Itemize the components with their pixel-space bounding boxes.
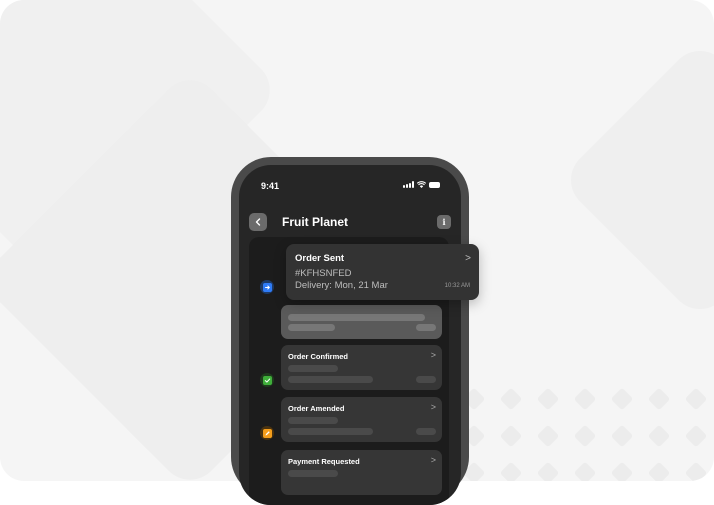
status-icons (403, 181, 440, 188)
chevron-right-icon: > (430, 455, 436, 465)
bg-dot (499, 424, 523, 448)
order-sent-card[interactable]: Order Sent > #KFHSNFED Delivery: Mon, 21… (286, 244, 479, 300)
bg-dot (684, 424, 708, 448)
chevron-right-icon: > (430, 402, 436, 412)
phone-screen: 9:41 Fruit Planet i Order Confirmed > Or… (239, 165, 461, 505)
bg-diamond (558, 38, 714, 322)
event-title: Order Amended (288, 404, 345, 413)
bg-dot (573, 424, 597, 448)
phone-frame: 9:41 Fruit Planet i Order Confirmed > Or… (231, 157, 469, 505)
chevron-right-icon: > (465, 253, 471, 264)
bg-dot (684, 387, 708, 411)
event-card-order-amended[interactable]: Order Amended > (281, 397, 442, 442)
bg-dot (536, 424, 560, 448)
placeholder-bar (288, 314, 425, 321)
signal-icon (403, 181, 414, 188)
order-id: #KFHSNFED (295, 268, 352, 279)
battery-icon (429, 181, 440, 188)
event-card-payment-requested[interactable]: Payment Requested > (281, 450, 442, 495)
bg-dot (536, 461, 560, 481)
back-button[interactable] (249, 213, 267, 231)
bg-dot (573, 461, 597, 481)
bg-dot (499, 387, 523, 411)
bg-dot (647, 461, 671, 481)
delivery-date: Delivery: Mon, 21 Mar (295, 280, 388, 291)
placeholder-bar (288, 365, 338, 372)
chevron-right-icon: > (430, 350, 436, 360)
placeholder-bar (288, 428, 373, 435)
placeholder-bar (416, 324, 436, 331)
bg-dot (610, 387, 634, 411)
bg-dot (647, 424, 671, 448)
event-card-order-confirmed[interactable]: Order Confirmed > (281, 345, 442, 390)
bg-dot (647, 387, 671, 411)
placeholder-bar (288, 324, 335, 331)
event-title: Order Confirmed (288, 352, 349, 361)
bg-dot (536, 387, 560, 411)
bg-dot (499, 461, 523, 481)
placeholder-bar (288, 417, 338, 424)
info-button[interactable]: i (437, 215, 451, 229)
check-icon (260, 373, 274, 387)
event-title: Payment Requested (288, 457, 360, 466)
order-sent-icon (260, 280, 274, 294)
bg-dot (684, 461, 708, 481)
placeholder-bar (288, 470, 338, 477)
bg-dot (610, 461, 634, 481)
placeholder-bar (416, 376, 436, 383)
page-title: Fruit Planet (282, 215, 349, 229)
order-sent-title: Order Sent (295, 253, 345, 264)
placeholder-bar (288, 376, 373, 383)
placeholder-card[interactable] (281, 305, 442, 339)
edit-icon (260, 426, 274, 440)
placeholder-bar (416, 428, 436, 435)
wifi-icon (417, 181, 426, 188)
arrow-right-icon (262, 282, 272, 292)
timestamp: 10:32 AM (444, 283, 470, 289)
bg-dot (573, 387, 597, 411)
status-time: 9:41 (261, 181, 280, 191)
chevron-left-icon (255, 218, 261, 226)
bg-dot (610, 424, 634, 448)
